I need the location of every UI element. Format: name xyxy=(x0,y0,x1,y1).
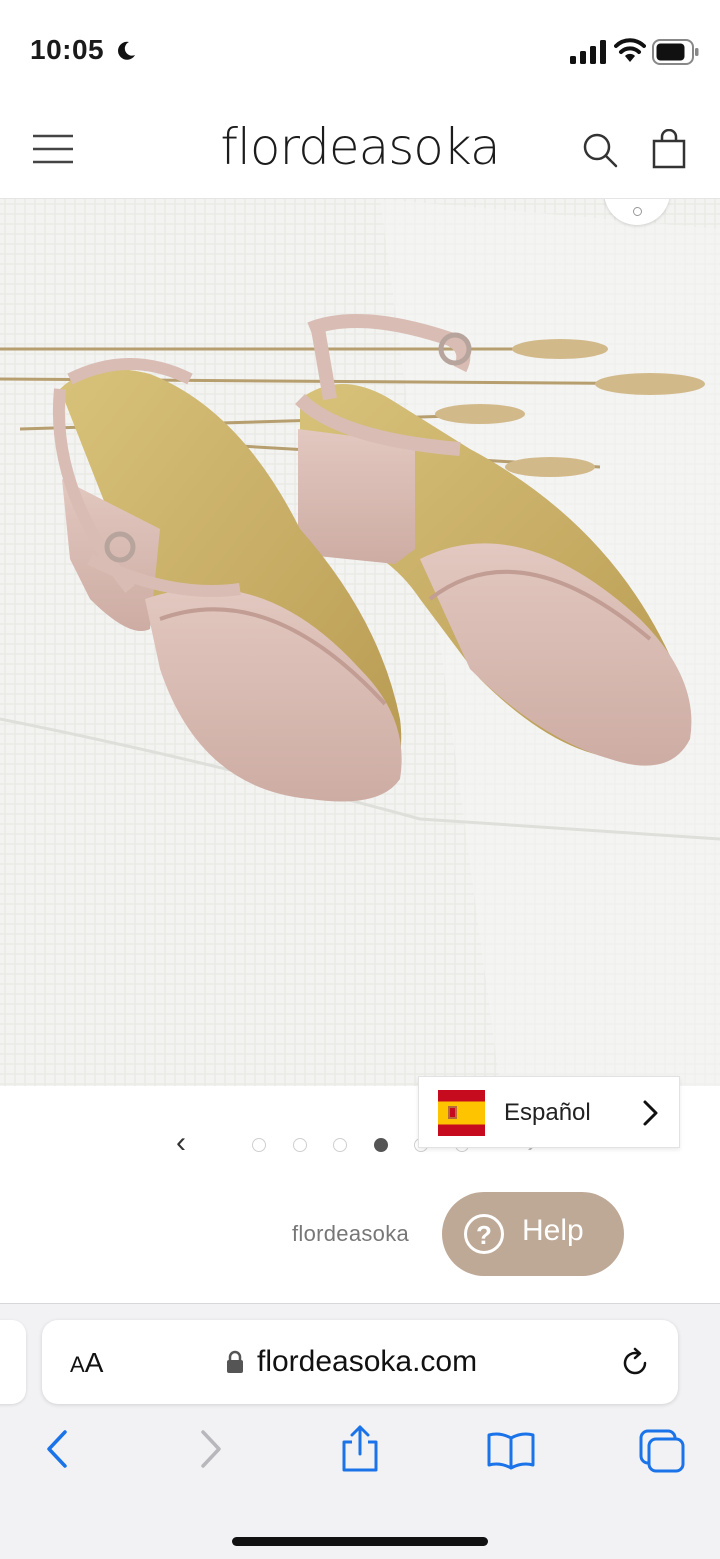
shopping-bag-icon[interactable] xyxy=(652,129,686,169)
product-photo xyxy=(0,199,720,1086)
moon-icon xyxy=(118,41,135,60)
carousel-dot[interactable] xyxy=(292,1138,307,1152)
vendor-label[interactable]: flordeasoka xyxy=(292,1221,409,1247)
share-icon[interactable] xyxy=(340,1424,380,1474)
battery-icon xyxy=(652,39,699,65)
help-button[interactable]: ? Help xyxy=(442,1192,624,1276)
status-time: 10:05 xyxy=(30,34,105,65)
site-header: flordeasoka xyxy=(0,100,720,199)
cellular-signal-icon xyxy=(570,40,606,64)
search-icon[interactable] xyxy=(582,132,618,168)
help-label: Help xyxy=(522,1214,584,1247)
carousel-prev-icon[interactable]: ‹ xyxy=(176,1128,186,1158)
address-bar[interactable]: AA flordeasoka.com xyxy=(42,1320,678,1404)
status-bar: 10:05 xyxy=(0,0,720,100)
wifi-icon xyxy=(614,38,646,62)
bookmarks-icon[interactable] xyxy=(486,1430,536,1470)
chevron-right-icon xyxy=(643,1100,658,1126)
tabs-icon[interactable] xyxy=(638,1428,686,1474)
forward-icon[interactable] xyxy=(198,1428,224,1470)
language-selector[interactable]: Español xyxy=(418,1076,680,1148)
text-size-large-a: A xyxy=(84,1347,104,1378)
home-indicator xyxy=(232,1537,488,1546)
back-icon[interactable] xyxy=(44,1428,70,1470)
browser-toolbar: AA flordeasoka.com xyxy=(0,1303,720,1559)
spain-flag-icon xyxy=(438,1090,485,1136)
carousel-dot[interactable] xyxy=(333,1138,347,1152)
carousel-dot[interactable] xyxy=(373,1138,388,1152)
url-text: flordeasoka.com xyxy=(257,1345,478,1378)
lock-icon xyxy=(227,1350,243,1373)
previous-tab-peek[interactable] xyxy=(0,1320,26,1404)
product-image[interactable] xyxy=(0,199,720,1086)
carousel-dot[interactable] xyxy=(252,1138,266,1152)
text-size-small-a: A xyxy=(70,1352,85,1377)
language-label: Español xyxy=(504,1099,591,1126)
reload-icon[interactable] xyxy=(618,1346,652,1380)
help-icon: ? xyxy=(464,1214,504,1254)
text-size-button[interactable]: AA xyxy=(70,1347,103,1379)
